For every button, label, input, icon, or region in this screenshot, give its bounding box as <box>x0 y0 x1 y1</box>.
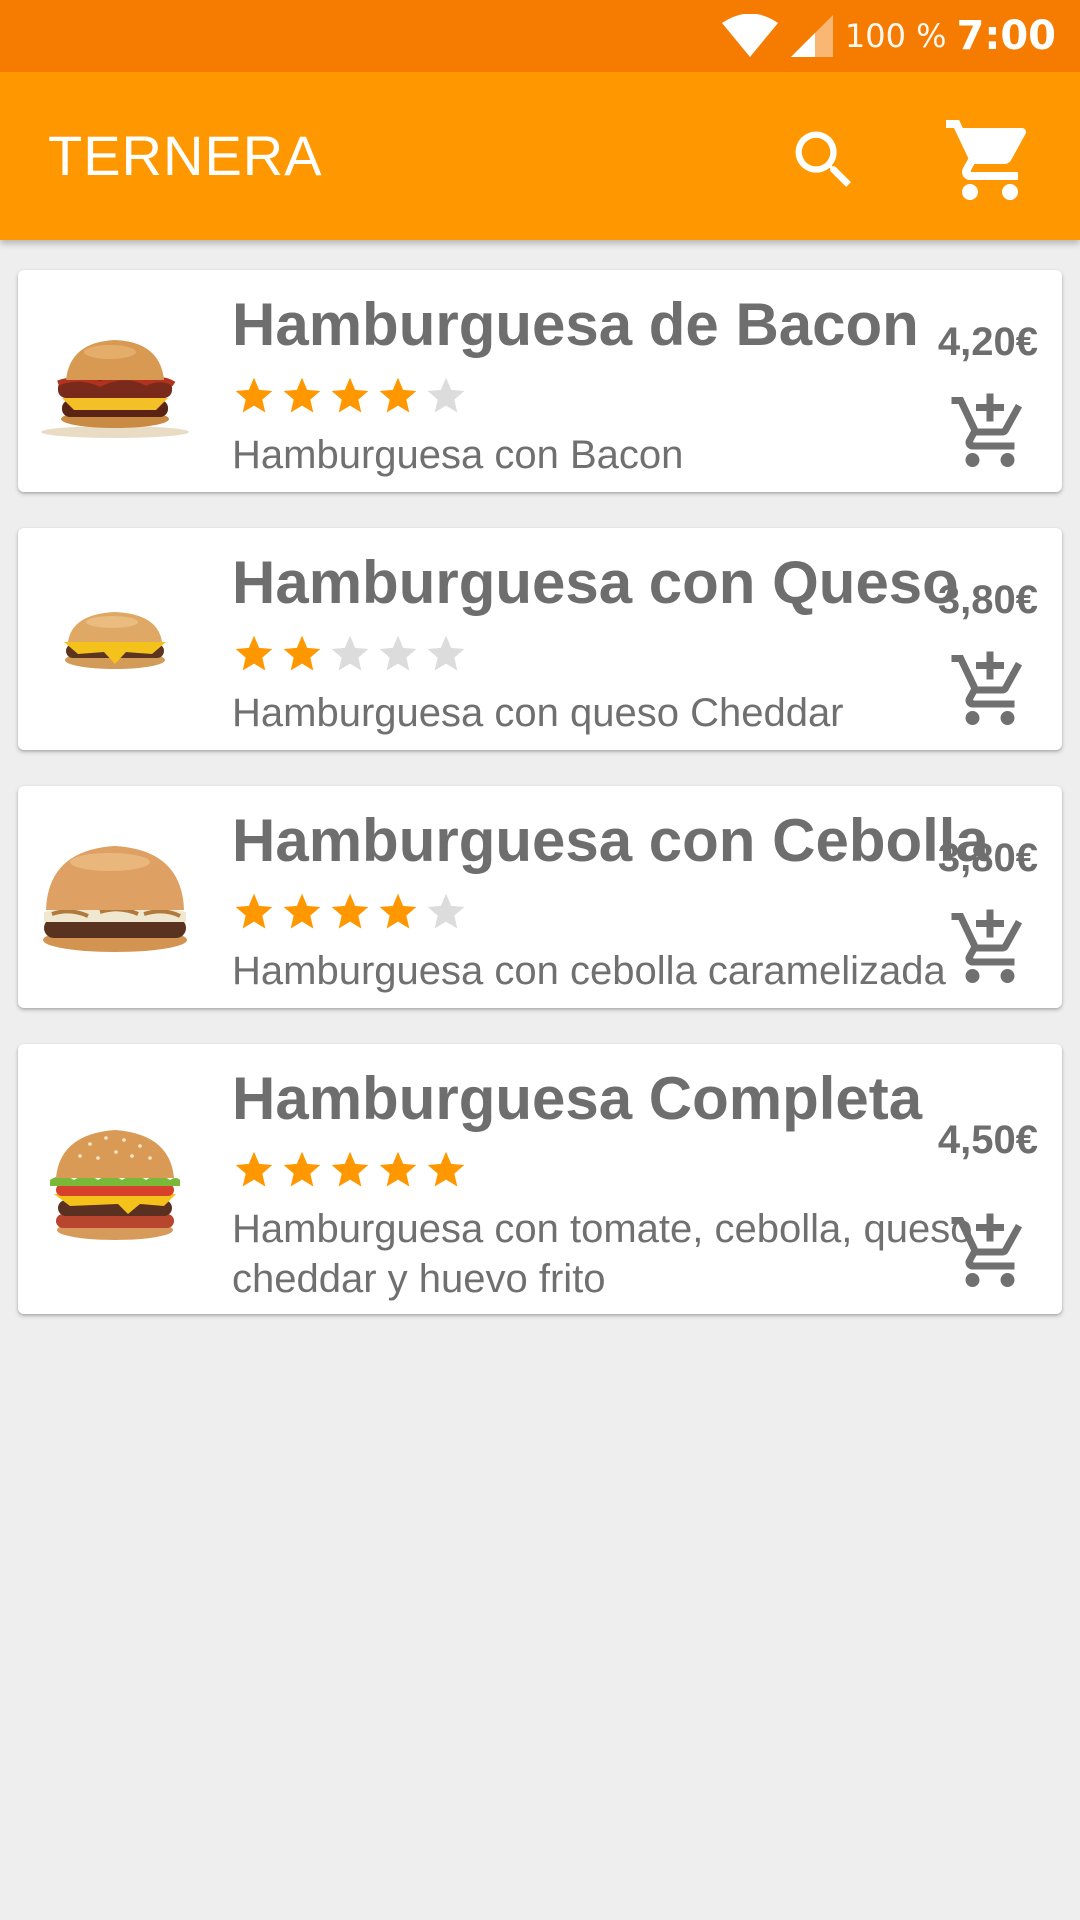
star-filled-icon <box>379 1151 417 1187</box>
rating-stars <box>232 632 468 676</box>
star-empty-icon <box>427 893 465 929</box>
star-filled-icon <box>235 1151 273 1187</box>
cellular-signal-icon <box>790 15 833 57</box>
onion-burger-image <box>43 846 187 952</box>
star-empty-icon <box>427 635 465 671</box>
shopping-cart-icon <box>946 120 1027 200</box>
star-filled-icon <box>331 893 369 929</box>
battery-level: 100 % <box>844 17 947 55</box>
star-empty-icon <box>427 377 465 413</box>
star-filled-icon <box>331 377 369 413</box>
clock: 7:00 <box>956 13 1057 59</box>
star-filled-icon <box>283 1151 321 1187</box>
page-title: TERNERA <box>48 124 323 187</box>
cheeseburger-image <box>64 612 166 669</box>
rating-stars <box>232 890 468 934</box>
star-empty-icon <box>331 635 369 671</box>
product-name: Hamburguesa de Bacon <box>232 291 919 358</box>
product-price: 3,80€ <box>937 578 1038 622</box>
app-bar: TERNERA <box>0 72 1080 240</box>
star-filled-icon <box>235 635 273 671</box>
star-filled-icon <box>283 377 321 413</box>
complete-burger-image <box>50 1130 180 1240</box>
product-price: 3,80€ <box>937 836 1038 880</box>
product-card[interactable]: Hamburguesa con Cebolla Hamburguesa con … <box>18 786 1062 1008</box>
star-filled-icon <box>283 893 321 929</box>
product-card[interactable]: Hamburguesa Completa Hamburguesa con tom… <box>18 1044 1062 1314</box>
product-description: Hamburguesa con cebolla caramelizada <box>232 949 946 993</box>
add-to-cart-icon[interactable] <box>948 648 1032 732</box>
product-name: Hamburguesa con Queso <box>232 549 959 616</box>
rating-stars <box>232 1148 468 1192</box>
star-filled-icon <box>235 893 273 929</box>
product-description: Hamburguesa con queso Cheddar <box>232 691 844 735</box>
product-description: Hamburguesa con Bacon <box>232 433 684 477</box>
star-filled-icon <box>379 377 417 413</box>
product-name: Hamburguesa Completa <box>232 1065 923 1132</box>
product-card[interactable]: Hamburguesa con Queso Hamburguesa con qu… <box>18 528 1062 750</box>
product-price: 4,50€ <box>937 1118 1038 1162</box>
product-name: Hamburguesa con Cebolla <box>232 807 989 874</box>
wifi-icon <box>721 14 778 57</box>
star-filled-icon <box>427 1151 465 1187</box>
bacon-burger-image <box>41 340 189 438</box>
star-filled-icon <box>283 635 321 671</box>
search-button[interactable] <box>776 112 872 208</box>
add-to-cart-icon[interactable] <box>948 1210 1032 1294</box>
product-price: 4,20€ <box>937 320 1038 364</box>
product-card[interactable]: Hamburguesa de Bacon Hamburguesa con Bac… <box>18 270 1062 492</box>
star-filled-icon <box>379 893 417 929</box>
add-to-cart-icon[interactable] <box>948 906 1032 990</box>
cart-button[interactable] <box>942 112 1038 208</box>
search-icon <box>795 131 851 187</box>
status-bar: 100 % 7:00 <box>0 0 1080 72</box>
rating-stars <box>232 374 468 418</box>
star-empty-icon <box>379 635 417 671</box>
product-description: Hamburguesa con tomate, cebolla, queso c… <box>232 1207 973 1301</box>
star-filled-icon <box>235 377 273 413</box>
add-to-cart-icon[interactable] <box>948 390 1032 474</box>
star-filled-icon <box>331 1151 369 1187</box>
